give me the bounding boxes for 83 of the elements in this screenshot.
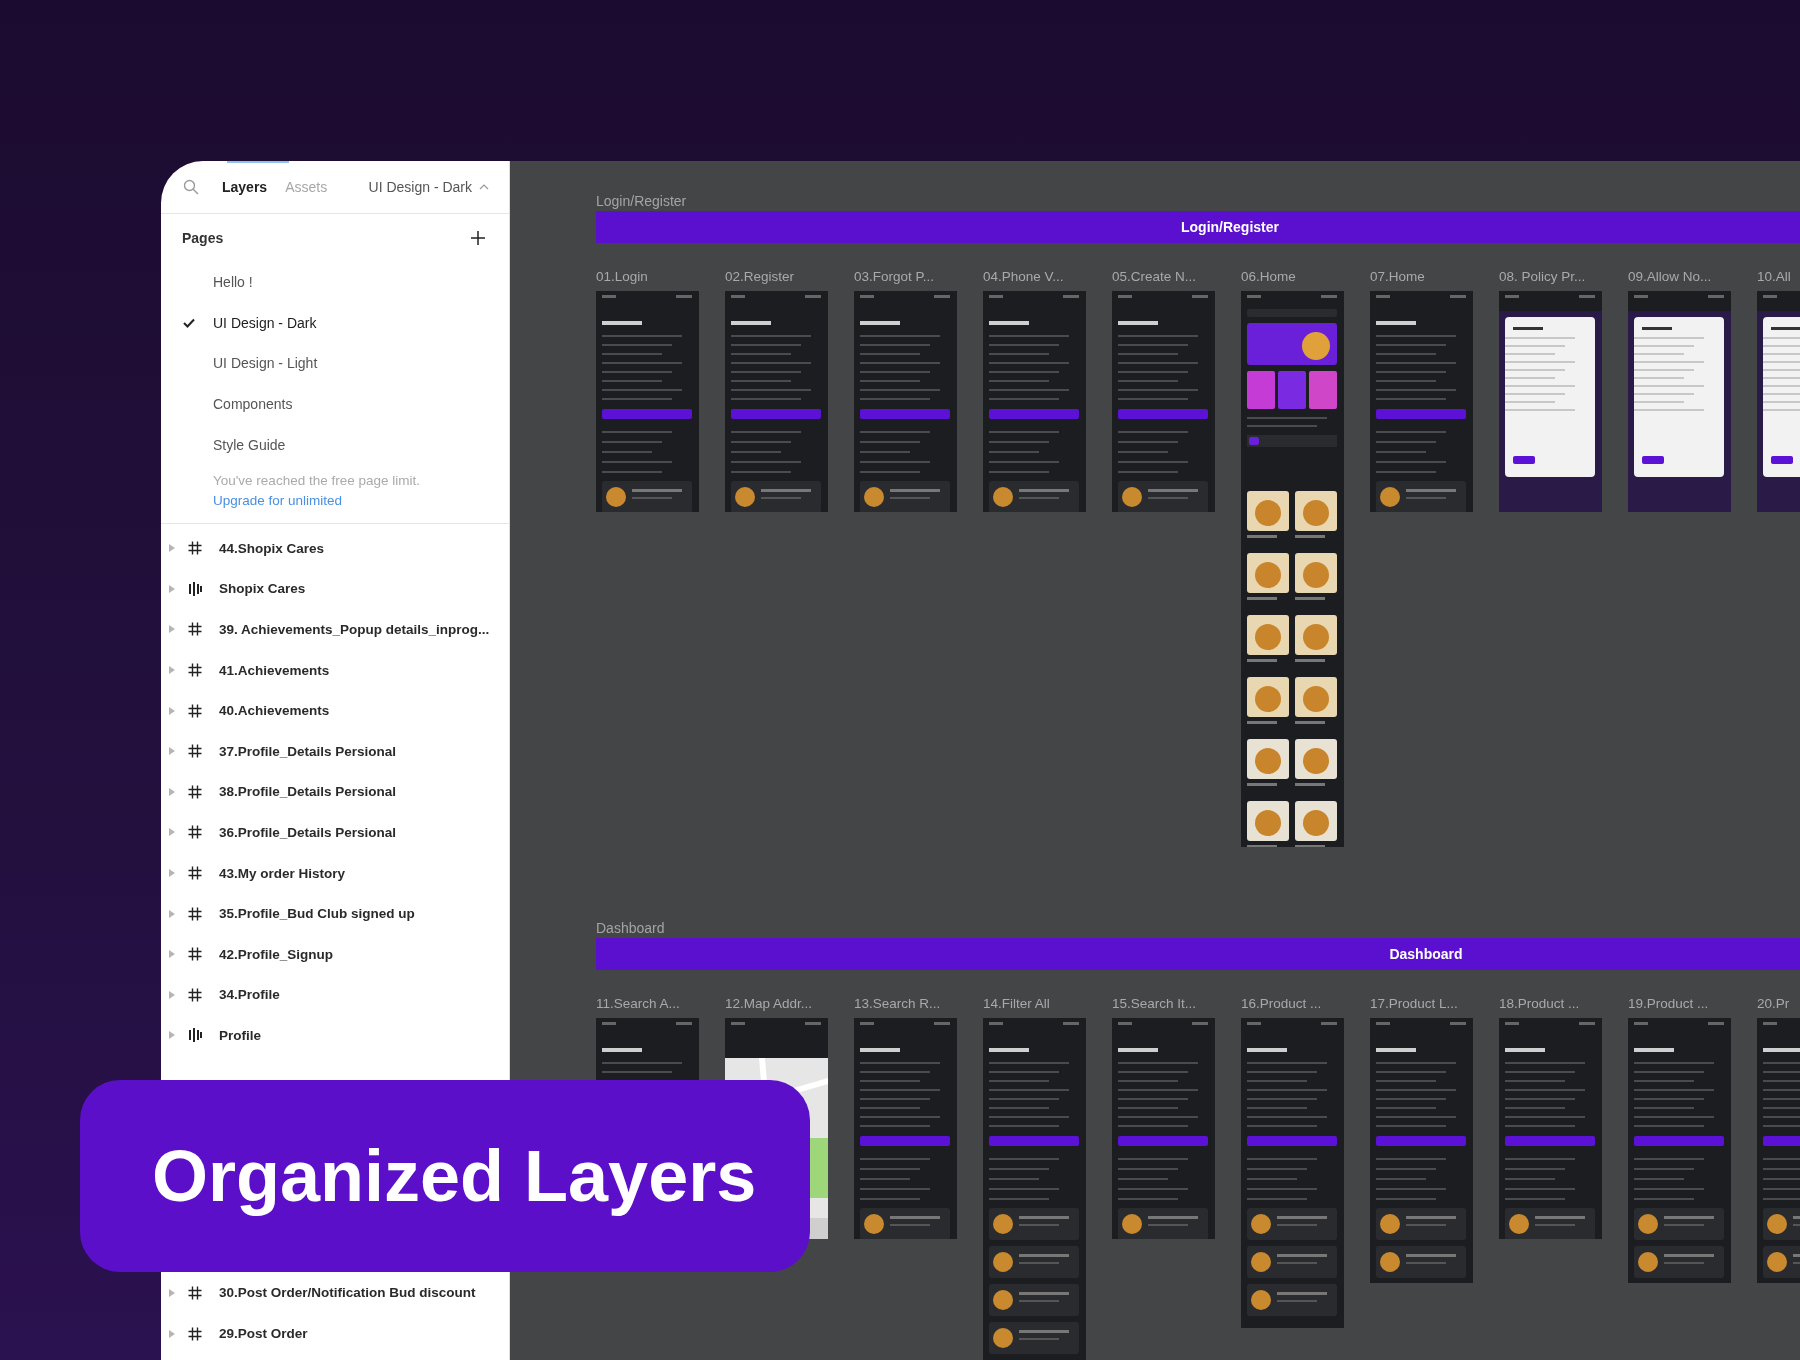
section-label: Login/Register	[596, 192, 688, 211]
frame-icon	[188, 744, 202, 759]
frame-icon	[188, 622, 202, 637]
panel-tab[interactable]: Layers	[213, 179, 277, 195]
expand-arrow-icon	[169, 787, 175, 796]
expand-arrow-icon	[169, 584, 175, 593]
layer-item[interactable]: 41.Achievements	[161, 649, 509, 691]
layer-item[interactable]: 39. Achievements_Popup details_inprog...	[161, 609, 509, 650]
frame-icon	[188, 947, 202, 962]
expand-arrow-icon	[169, 828, 175, 837]
expand-arrow-icon	[169, 1031, 175, 1040]
page-item[interactable]: Hello !	[161, 262, 509, 303]
frame-label: 06.Home	[1241, 268, 1296, 286]
frame-icon	[188, 825, 202, 840]
section-banner: Dashboard	[596, 938, 1800, 970]
frame-label: 09.Allow No...	[1628, 268, 1712, 286]
limit-note: You've reached the free page limit.	[213, 471, 421, 490]
search-icon	[183, 179, 199, 195]
layer-item[interactable]: Profile	[161, 1015, 509, 1056]
frame-icon	[188, 987, 202, 1002]
page-item[interactable]: UI Design - Light	[161, 343, 509, 384]
frame-icon	[188, 906, 202, 921]
frame-label: 17.Product L...	[1370, 995, 1458, 1013]
layer-item[interactable]: 44.Shopix Cares	[161, 527, 509, 569]
frame-label: 10.All	[1757, 268, 1791, 286]
frame-icon	[188, 1286, 202, 1300]
layer-item[interactable]: 38.Profile_Details Persional	[161, 771, 509, 813]
expand-arrow-icon	[169, 666, 175, 675]
layer-item[interactable]: 29.Post Order	[161, 1313, 509, 1354]
frame-label: 05.Create N...	[1112, 268, 1197, 286]
section-banner: Login/Register	[596, 211, 1800, 243]
expand-arrow-icon	[169, 747, 175, 756]
frame-label: 03.Forgot P...	[854, 268, 935, 286]
frame-label: 12.Map Addr...	[725, 995, 813, 1013]
frame-icon	[188, 541, 202, 556]
layer-item[interactable]: 40.Achievements	[161, 690, 509, 731]
layer-item[interactable]: 34.Profile	[161, 974, 509, 1016]
frame-label: 15.Search It...	[1112, 995, 1197, 1013]
frame-label: 20.Pr	[1757, 995, 1790, 1013]
expand-arrow-icon	[169, 625, 175, 634]
page-item[interactable]: UI Design - Dark	[161, 302, 509, 344]
frame-label: 18.Product ...	[1499, 995, 1580, 1013]
expand-arrow-icon	[169, 950, 175, 959]
bars-icon	[188, 581, 202, 596]
expand-arrow-icon	[169, 909, 175, 918]
frame-label: 16.Product ...	[1241, 995, 1322, 1013]
layer-item[interactable]: 35.Profile_Bud Club signed up	[161, 893, 509, 934]
layer-item[interactable]: 42.Profile_Signup	[161, 933, 509, 975]
expand-arrow-icon	[169, 1289, 175, 1297]
frame-icon	[188, 866, 202, 880]
frame-label: 02.Register	[725, 268, 795, 286]
layer-item[interactable]: 30.Post Order/Notification Bud discount	[161, 1272, 509, 1314]
check-icon	[183, 317, 195, 328]
pages-heading: Pages	[182, 230, 224, 246]
frame-icon	[188, 784, 202, 799]
layer-item[interactable]: 36.Profile_Details Persional	[161, 812, 509, 853]
frame-icon	[188, 703, 202, 718]
frame-label: 04.Phone V...	[983, 268, 1064, 286]
frame-label: 11.Search A...	[596, 995, 680, 1013]
expand-arrow-icon	[169, 990, 175, 999]
frame-label: 14.Filter All	[983, 995, 1050, 1013]
page-item[interactable]: Style Guide	[161, 424, 509, 465]
frame-icon	[188, 663, 202, 678]
frame-label: 13.Search R...	[854, 995, 941, 1013]
frame-label: 07.Home	[1370, 268, 1425, 286]
add-icon	[471, 231, 485, 245]
banner-title: Organized Layers	[152, 1135, 757, 1217]
expand-arrow-icon	[169, 1329, 175, 1338]
expand-arrow-icon	[169, 544, 175, 553]
layer-item[interactable]: Shopix Cares	[161, 568, 509, 610]
page-item[interactable]: Components	[161, 383, 509, 425]
page-picker[interactable]: UI Design - Dark	[368, 179, 489, 195]
frame-icon	[188, 1326, 202, 1341]
bars-icon	[188, 1028, 202, 1043]
caret-icon	[479, 184, 489, 190]
section-label: Dashboard	[596, 919, 666, 938]
layer-item[interactable]: 37.Profile_Details Persional	[161, 730, 509, 772]
expand-arrow-icon	[169, 706, 175, 715]
frame-label: 08. Policy Pr...	[1499, 268, 1586, 286]
frame-label: 01.Login	[596, 268, 648, 286]
frame-label: 19.Product ...	[1628, 995, 1709, 1013]
layer-item[interactable]: 43.My order History	[161, 852, 509, 894]
expand-arrow-icon	[169, 869, 175, 877]
